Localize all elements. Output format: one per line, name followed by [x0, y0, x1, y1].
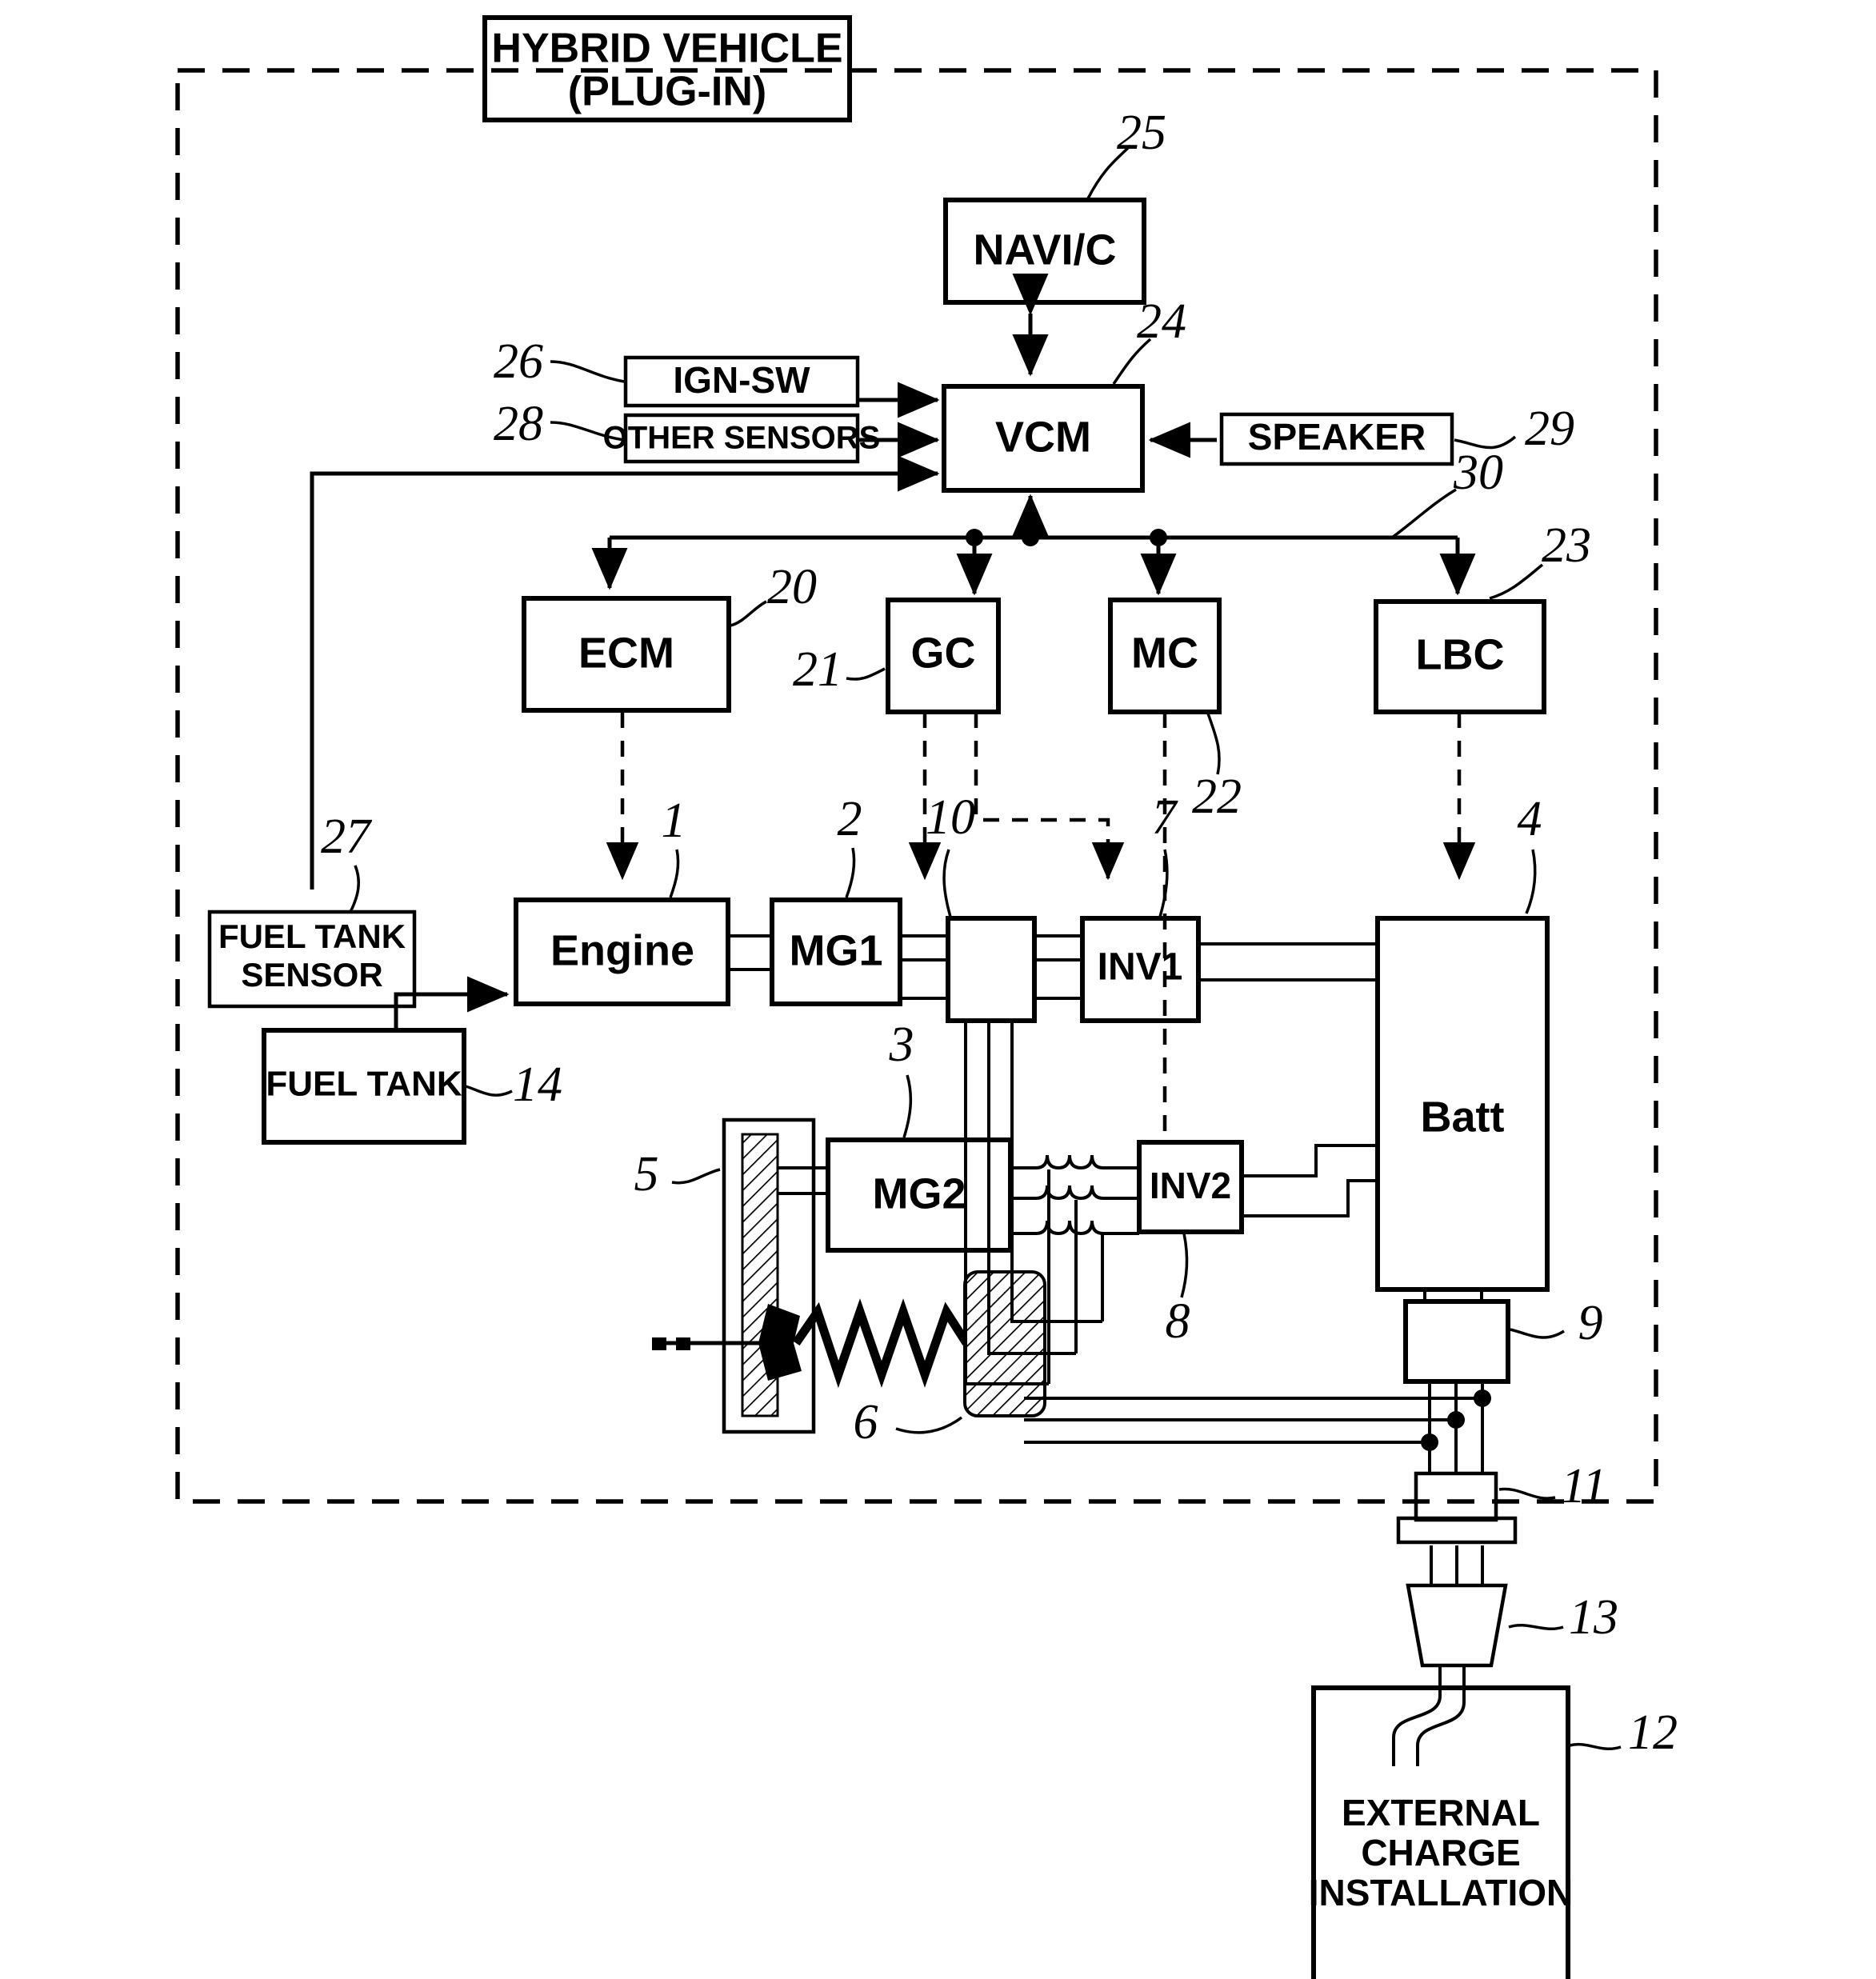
engine-label: Engine — [550, 926, 694, 974]
vcm-bus-link: 30 — [591, 446, 1503, 596]
charger-block: 9 — [1403, 1289, 1603, 1384]
external-charge-installation-block: EXTERNAL CHARGE INSTALLATION 12 — [1309, 1685, 1678, 1979]
ref-8: 8 — [1166, 1294, 1190, 1349]
ref-24: 24 — [1137, 294, 1186, 349]
gc-block: GC 21 — [793, 598, 1001, 714]
speaker-label: SPEAKER — [1248, 416, 1426, 458]
ref-20: 20 — [767, 560, 817, 614]
inv1-block: INV1 7 — [1034, 790, 1201, 1023]
ref-9: 9 — [1578, 1296, 1603, 1350]
engine-block: Engine 1 — [514, 794, 730, 1006]
fuel-tank-sensor-line-2: SENSOR — [241, 956, 382, 993]
ref-7: 7 — [1152, 790, 1179, 845]
wheel-assembly: 5 — [634, 1117, 828, 1434]
fuel-tank-label: FUEL TANK — [266, 1065, 462, 1104]
fuel-tank-sensor-line-1: FUEL TANK — [218, 918, 406, 955]
inv2-batt-wires — [1242, 1144, 1378, 1217]
ref-26: 26 — [494, 334, 543, 389]
ref-12: 12 — [1628, 1705, 1678, 1760]
inv2-label: INV2 — [1150, 1165, 1231, 1206]
title-line-2: (PLUG-IN) — [568, 69, 766, 115]
ref-30: 30 — [1453, 446, 1503, 500]
title-line-1: HYBRID VEHICLE — [491, 26, 842, 72]
ref-25: 25 — [1117, 106, 1166, 160]
charge-plug: 13 — [1392, 1545, 1618, 1766]
mg1-block: MG1 2 — [728, 792, 902, 1006]
ref-27: 27 — [321, 810, 373, 864]
ref-5: 5 — [634, 1147, 659, 1201]
ref-21: 21 — [793, 642, 842, 697]
title-box: HYBRID VEHICLE (PLUG-IN) — [482, 15, 852, 122]
external-charge-line-1: EXTERNAL — [1342, 1792, 1540, 1833]
lbc-block: LBC 23 — [1374, 518, 1591, 714]
external-charge-line-3: INSTALLATION — [1309, 1872, 1573, 1913]
ref-1: 1 — [662, 794, 686, 848]
ref-22: 22 — [1192, 770, 1242, 824]
speaker-block: SPEAKER 29 — [1148, 402, 1574, 466]
ref-13: 13 — [1569, 1590, 1618, 1645]
hybrid-vehicle-boundary — [175, 68, 1658, 1504]
inv2-block: INV2 8 — [1137, 1140, 1244, 1349]
ref-10: 10 — [926, 790, 975, 845]
ign-sw-label: IGN-SW — [673, 359, 810, 401]
lbc-label: LBC — [1416, 630, 1505, 678]
junction-block-10: 10 — [900, 790, 1037, 1023]
brake-assembly: 6 — [792, 1270, 1046, 1449]
control-dashed-lines — [606, 712, 1476, 1142]
other-sensors-label: OTHER SENSORS — [603, 421, 881, 456]
mc-label: MC — [1131, 629, 1198, 677]
ref-28: 28 — [494, 397, 543, 451]
patent-figure-hybrid-vehicle: HYBRID VEHICLE (PLUG-IN) NAVI/C 25 VCM 2… — [0, 0, 1876, 1979]
gc-label: GC — [911, 629, 976, 677]
charge-inlet: 11 — [1024, 1381, 1607, 1545]
mg2-label: MG2 — [872, 1169, 966, 1217]
vcm-label: VCM — [995, 413, 1091, 461]
fuel-tank-block: FUEL TANK 14 — [262, 976, 562, 1145]
ign-sw-block: IGN-SW 26 — [494, 334, 940, 418]
ecm-label: ECM — [578, 629, 674, 677]
ref-2: 2 — [838, 792, 862, 846]
ref-11: 11 — [1561, 1459, 1606, 1513]
mg2-block: MG2 3 — [826, 1017, 1013, 1253]
ref-3: 3 — [889, 1017, 914, 1072]
ref-29: 29 — [1525, 402, 1574, 456]
navi-label: NAVI/C — [973, 226, 1116, 274]
ref-23: 23 — [1542, 518, 1591, 573]
external-charge-line-2: CHARGE — [1361, 1832, 1520, 1873]
ecm-block: ECM 20 — [522, 560, 817, 713]
ref-6: 6 — [854, 1395, 878, 1449]
vcm-block: VCM 24 — [942, 294, 1186, 493]
ref-14: 14 — [513, 1057, 562, 1112]
navi-block: NAVI/C 25 — [943, 106, 1166, 305]
batt-label: Batt — [1421, 1093, 1505, 1141]
mg1-label: MG1 — [789, 926, 882, 974]
ref-4: 4 — [1518, 792, 1542, 846]
inv1-label: INV1 — [1098, 946, 1183, 989]
